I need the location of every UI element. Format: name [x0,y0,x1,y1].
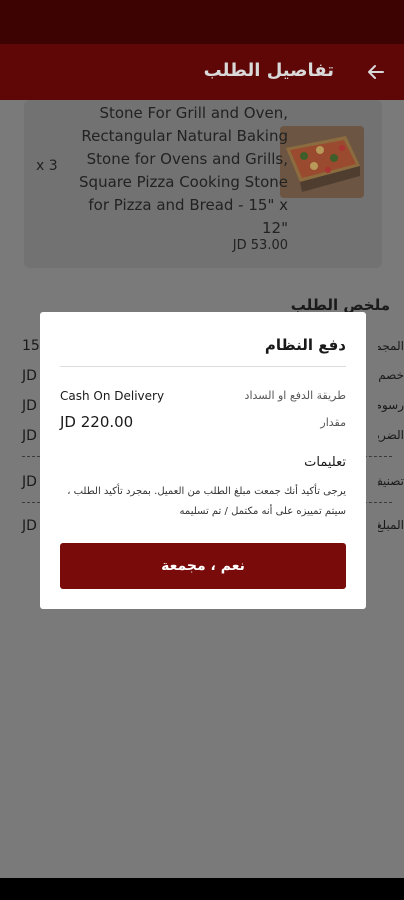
instructions-title: تعليمات [304,455,346,470]
payment-method-label: طريقة الدفع او السداد [244,389,346,402]
payment-method-value: Cash On Delivery [60,389,165,403]
payment-dialog: دفع النظام طريقة الدفع او السداد Cash On… [40,312,366,609]
instructions-text: يرجى تأكيد أنك جمعت مبلغ الطلب من العميل… [67,486,346,517]
dialog-title: دفع النظام [264,336,346,354]
amount-value: JD 220.00 [60,413,134,431]
divider [60,366,346,367]
confirm-collected-button[interactable]: نعم ، مجمعة [60,543,346,589]
modal-scrim[interactable]: دفع النظام طريقة الدفع او السداد Cash On… [0,0,404,900]
amount-label: مقدار [320,416,346,429]
